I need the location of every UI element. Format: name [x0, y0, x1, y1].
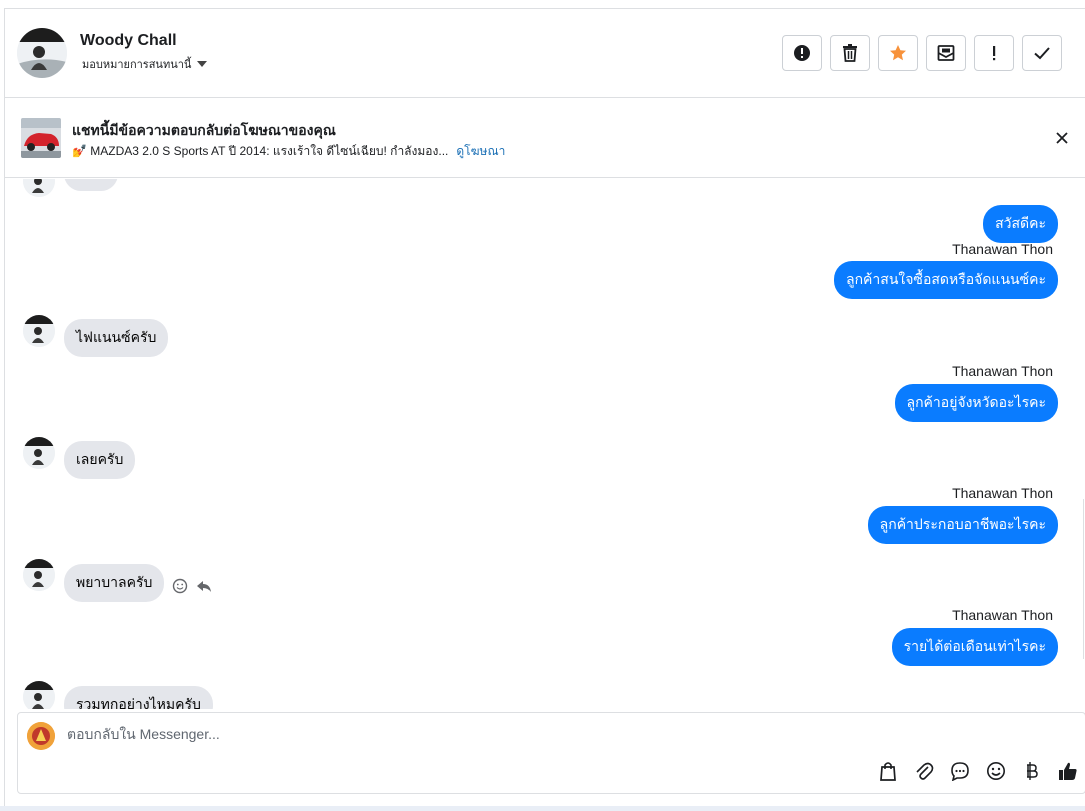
star-icon: [890, 45, 906, 61]
ad-banner-title: แชทนี้มีข้อความตอบกลับต่อโฆษณาของคุณ: [72, 122, 336, 138]
assign-dropdown[interactable]: มอบหมายการสนทนานี้: [82, 55, 208, 73]
message-bubble-outgoing[interactable]: รายได้ต่อเดือนเท่าไรคะ: [891, 628, 1058, 666]
reply-button[interactable]: [196, 578, 212, 594]
sender-name: Thanawan Thon: [952, 485, 1053, 501]
sender-avatar: [23, 315, 55, 347]
sender-avatar: [23, 559, 55, 591]
alert-icon: [794, 45, 810, 61]
message-bubble-outgoing[interactable]: ลูกค้าประกอบอาชีพอะไรคะ: [867, 506, 1058, 544]
saved-reply-icon: [951, 762, 969, 781]
ad-banner-subtitle: 💅 MAZDA3 2.0 S Sports AT ปี 2014: แรงเร้…: [72, 142, 505, 161]
react-button[interactable]: [172, 578, 188, 594]
done-button[interactable]: [1022, 35, 1062, 71]
contact-avatar[interactable]: [17, 28, 67, 78]
sender-name: Thanawan Thon: [952, 241, 1053, 257]
contact-name[interactable]: Woody Chall: [80, 32, 177, 50]
like-button[interactable]: [1057, 760, 1079, 782]
message-bubble-outgoing[interactable]: สวัสดีคะ: [983, 205, 1058, 243]
sender-name: Thanawan Thon: [952, 363, 1053, 379]
attach-button[interactable]: [913, 760, 935, 782]
message-bubble-partial: [64, 179, 118, 191]
delete-button[interactable]: [830, 35, 870, 71]
ad-description: 💅 MAZDA3 2.0 S Sports AT ปี 2014: แรงเร้…: [72, 144, 449, 158]
trash-icon: [843, 44, 857, 62]
reply-icon: [197, 581, 211, 592]
message-bubble-incoming[interactable]: พยาบาลครับ: [64, 564, 165, 602]
page-avatar: [27, 722, 55, 750]
mark-unread-button[interactable]: [926, 35, 966, 71]
composer-toolbar: [877, 760, 1079, 782]
ad-thumbnail[interactable]: [21, 118, 61, 158]
exclamation-icon: [993, 46, 996, 61]
baht-icon: [1027, 762, 1038, 780]
close-banner-button[interactable]: [1054, 130, 1070, 146]
sender-avatar: [23, 179, 55, 197]
conversation-panel: Woody Chall มอบหมายการสนทนานี้ แชทนี้มีข…: [4, 8, 1085, 811]
message-bubble-outgoing[interactable]: ลูกค้าอยู่จังหวัดอะไรคะ: [894, 384, 1058, 422]
emoji-button[interactable]: [985, 760, 1007, 782]
star-button[interactable]: [878, 35, 918, 71]
shopping-bag-icon: [880, 762, 896, 781]
payment-button[interactable]: [1021, 760, 1043, 782]
spam-button[interactable]: [974, 35, 1014, 71]
caret-down-icon: [197, 61, 208, 67]
sender-avatar: [23, 681, 55, 709]
header-actions: [782, 35, 1062, 71]
message-bubble-incoming[interactable]: ไฟแนนซ์ครับ: [64, 319, 169, 357]
check-icon: [1034, 47, 1050, 60]
message-bubble-incoming[interactable]: รวมทกอย่างไหมครับ: [64, 686, 213, 709]
ad-reply-banner: แชทนี้มีข้อความตอบกลับต่อโฆษณาของคุณ 💅 M…: [5, 98, 1085, 178]
emoji-icon: [987, 762, 1005, 780]
message-thread[interactable]: สวัสดีคะ Thanawan Thon ลูกค้าสนใจซื้อสดห…: [5, 179, 1085, 709]
mark-unread-icon: [937, 45, 955, 61]
message-bubble-outgoing[interactable]: ลูกค้าสนใจซื้อสดหรือจัดแนนซ์คะ: [834, 261, 1058, 299]
saved-reply-button[interactable]: [949, 760, 971, 782]
paperclip-icon: [916, 762, 934, 780]
sender-name: Thanawan Thon: [952, 607, 1053, 623]
conversation-header: Woody Chall มอบหมายการสนทนานี้: [5, 9, 1085, 98]
close-icon: [1056, 132, 1068, 144]
assign-label: มอบหมายการสนทนานี้: [82, 59, 192, 71]
reply-input[interactable]: [67, 726, 827, 742]
message-bubble-incoming[interactable]: เลยครับ: [64, 441, 136, 479]
emoji-icon: [172, 578, 188, 594]
view-ad-link[interactable]: ดูโฆษณา: [456, 142, 505, 161]
bottom-strip: [0, 806, 1085, 811]
report-button[interactable]: [782, 35, 822, 71]
sender-avatar: [23, 437, 55, 469]
shopping-bag-button[interactable]: [877, 760, 899, 782]
message-composer: [17, 712, 1085, 794]
thumbs-up-icon: [1059, 762, 1077, 780]
